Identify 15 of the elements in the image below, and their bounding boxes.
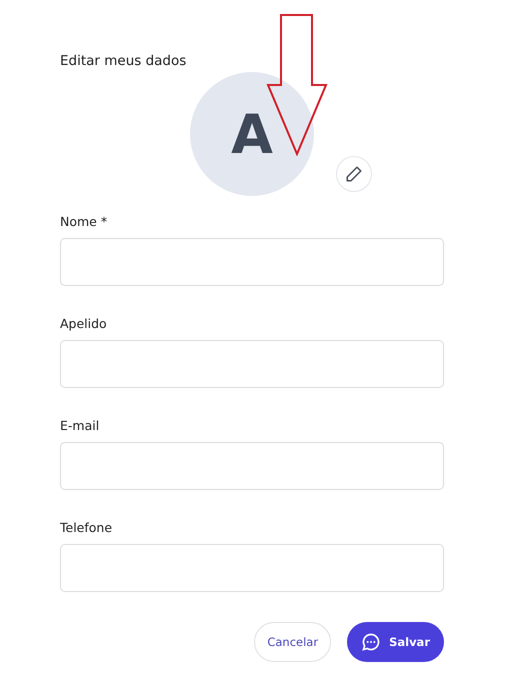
field-label: Telefone <box>60 520 114 536</box>
page-title: Editar meus dados <box>60 52 188 70</box>
save-button[interactable]: Salvar <box>347 622 444 662</box>
pencil-icon <box>345 165 363 183</box>
input-field[interactable] <box>60 340 444 388</box>
input-field[interactable] <box>60 238 444 286</box>
field-label: E-mail <box>60 418 100 434</box>
cancel-button[interactable]: Cancelar <box>254 622 332 662</box>
field-label: Nome * <box>60 214 108 230</box>
input-field[interactable] <box>60 442 444 490</box>
chat-icon <box>361 632 382 652</box>
input-field[interactable] <box>60 544 444 592</box>
edit-avatar-button[interactable] <box>336 156 372 192</box>
avatar: A <box>190 72 314 196</box>
field-label: Apelido <box>60 316 108 332</box>
